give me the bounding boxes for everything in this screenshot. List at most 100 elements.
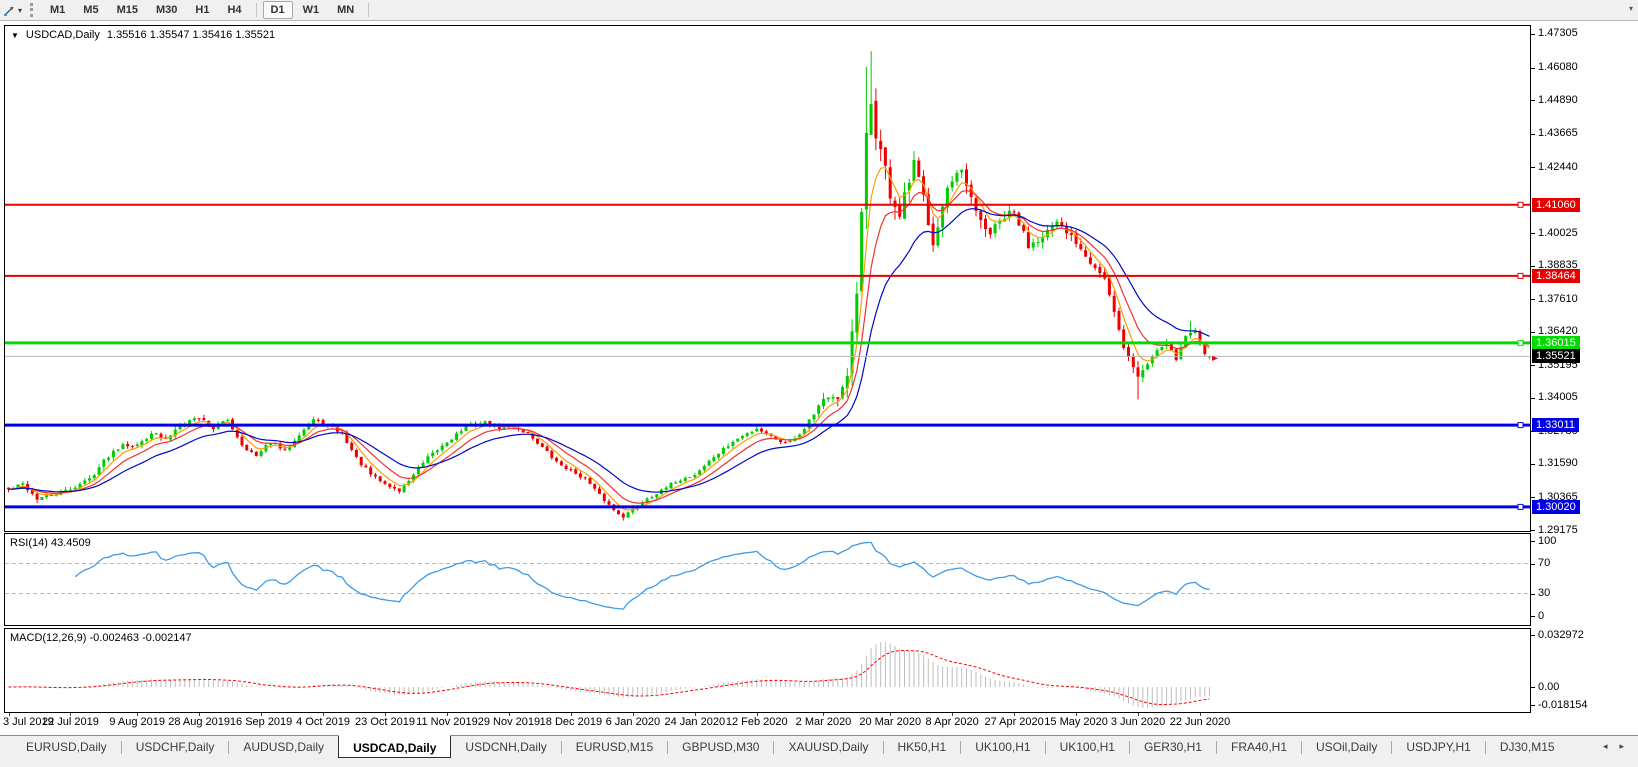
tab-scroll-left-icon[interactable]: ◂ [1603, 741, 1608, 752]
price-tick-label: 1.42440 [1538, 160, 1578, 173]
rsi-name: RSI(14) [10, 537, 48, 549]
macd-panel[interactable]: MACD(12,26,9) -0.002463 -0.002147 [4, 628, 1531, 713]
price-line-badge[interactable]: 1.36015 [1532, 335, 1580, 350]
macd-tick-label: -0.018154 [1538, 698, 1588, 711]
chart-tab-hk50-h1[interactable]: HK50,H1 [884, 736, 961, 759]
rsi-tick-label: 100 [1538, 534, 1557, 547]
price-tick-mark [1531, 100, 1535, 102]
date-label: 29 Nov 2019 [477, 716, 541, 728]
date-label: 8 Apr 2020 [925, 716, 979, 728]
rsi-tick-label: 30 [1538, 587, 1551, 599]
chart-tab-xauusd-daily[interactable]: XAUUSD,Daily [774, 736, 882, 759]
price-tick-label: 1.40025 [1538, 226, 1578, 239]
price-tick-label: 1.47305 [1538, 27, 1578, 40]
chart-tab-usdcnh-daily[interactable]: USDCNH,Daily [451, 736, 560, 759]
toolbar-overflow-icon[interactable]: ▾ [1629, 4, 1633, 13]
hline-handle [1517, 201, 1524, 208]
chart-tab-audusd-daily[interactable]: AUDUSD,Daily [229, 736, 338, 759]
chart-tab-ger30-h1[interactable]: GER30,H1 [1130, 736, 1216, 759]
macd-tick-mark [1531, 635, 1535, 636]
macd-tick-mark [1531, 705, 1535, 706]
date-label: 20 Mar 2020 [859, 716, 922, 728]
rsi-tick-mark [1531, 616, 1535, 617]
toolbar-grip[interactable] [30, 3, 34, 17]
symbol-label: USDCAD,Daily [25, 29, 100, 41]
timeframe-button-m15[interactable]: M15 [109, 1, 146, 19]
symbol-dropdown-icon[interactable]: ▼ [11, 31, 19, 40]
date-label: 6 Jan 2020 [605, 716, 661, 728]
chart-tab-eurusd-m15[interactable]: EURUSD,M15 [562, 736, 667, 759]
chart-tab-fra40-h1[interactable]: FRA40,H1 [1217, 736, 1301, 759]
macd-name: MACD(12,26,9) [10, 632, 87, 644]
price-line-badge[interactable]: 1.30020 [1532, 499, 1580, 514]
price-line-badge[interactable]: 1.41060 [1532, 197, 1580, 212]
price-line-badge[interactable]: 1.38464 [1532, 268, 1580, 283]
chart-tab-usdchf-daily[interactable]: USDCHF,Daily [122, 736, 229, 759]
price-tick-mark [1531, 233, 1535, 235]
quote-line: ▼ USDCAD,Daily 1.35516 1.35547 1.35416 1… [11, 29, 275, 41]
macd-tick-label: 0.032972 [1538, 628, 1584, 641]
timeframe-button-m5[interactable]: M5 [75, 1, 106, 19]
fast-ma-line [8, 166, 1210, 511]
rsi-tick-mark [1531, 563, 1535, 565]
price-tick-label: 1.43665 [1538, 127, 1578, 140]
chart-tab-dj30-m15[interactable]: DJ30,M15 [1486, 736, 1569, 759]
rsi-tick-label: 70 [1538, 557, 1551, 569]
price-tick-mark [1531, 397, 1535, 399]
price-tick-mark [1531, 133, 1535, 135]
timeframe-button-h1[interactable]: H1 [187, 1, 217, 19]
timeframe-button-d1[interactable]: D1 [262, 1, 293, 19]
timeframe-button-group: M1 M5 M15 M30 H1 H4 D1 W1 MN [41, 1, 374, 19]
rsi-canvas[interactable] [5, 534, 1530, 625]
price-tick-label: 1.46080 [1538, 61, 1578, 73]
date-label: 11 Nov 2019 [416, 716, 478, 728]
chart-tab-uk100-h1[interactable]: UK100,H1 [1046, 736, 1129, 759]
macd-histogram [12, 641, 1210, 708]
chart-tab-usoil-daily[interactable]: USOil,Daily [1302, 736, 1391, 759]
toolbar-separator [368, 3, 370, 17]
hline-handle [1517, 422, 1524, 429]
chart-tab-uk100-h1[interactable]: UK100,H1 [961, 736, 1044, 759]
toolbar: ▾ M1 M5 M15 M30 H1 H4 D1 W1 MN ▾ [0, 0, 1638, 21]
tab-scroll-right-icon[interactable]: ▸ [1619, 741, 1624, 752]
crosshair-icon [4, 6, 14, 16]
hline-handle [1517, 272, 1524, 279]
rsi-tick-mark [1531, 593, 1535, 595]
crosshair-tool-button[interactable]: ▾ [0, 1, 25, 20]
date-label: 28 Aug 2019 [168, 716, 231, 728]
tool-dropdown-caret-icon[interactable]: ▾ [18, 6, 22, 15]
candles-group [7, 51, 1211, 521]
chart-tab-bar: EURUSD,Daily USDCHF,Daily AUDUSD,Daily USDC… [0, 735, 1638, 767]
date-label: 18 Dec 2019 [539, 716, 603, 728]
tab-scroll-arrows: ◂ ▸ [1603, 736, 1638, 752]
chart-tab-usdcad-daily[interactable]: USDCAD,Daily [338, 735, 452, 758]
price-chart-canvas[interactable] [5, 26, 1530, 531]
timeframe-button-mn[interactable]: MN [329, 1, 362, 19]
macd-canvas[interactable] [5, 629, 1530, 712]
date-label: 22 Jun 2020 [1169, 716, 1231, 728]
macd-tick-mark [1531, 687, 1535, 688]
timeframe-button-w1[interactable]: W1 [295, 1, 328, 19]
price-tick-label: 1.37610 [1538, 292, 1578, 305]
price-tick-label: 1.44890 [1538, 93, 1578, 106]
rsi-line [74, 541, 1210, 610]
price-line-badge[interactable]: 1.33011 [1532, 418, 1579, 433]
macd-signal-line [8, 649, 1210, 706]
timeframe-button-h4[interactable]: H4 [219, 1, 249, 19]
date-label: 12 Feb 2020 [725, 716, 788, 728]
timeframe-button-m1[interactable]: M1 [42, 1, 73, 19]
chart-tab-eurusd-daily[interactable]: EURUSD,Daily [12, 736, 121, 759]
slow-ma-line [8, 208, 1210, 493]
date-label: 15 May 2020 [1044, 716, 1108, 728]
price-tick-mark [1531, 265, 1535, 267]
hline-handle [1517, 339, 1524, 346]
chart-tab-usdjpy-h1[interactable]: USDJPY,H1 [1392, 736, 1484, 759]
price-chart-panel[interactable]: ▼ USDCAD,Daily 1.35516 1.35547 1.35416 1… [4, 25, 1531, 532]
price-tick-mark [1531, 365, 1535, 367]
hline-handle [1517, 503, 1524, 510]
price-tick-mark [1531, 530, 1535, 531]
timeframe-button-m30[interactable]: M30 [148, 1, 185, 19]
rsi-panel[interactable]: RSI(14) 43.4509 [4, 533, 1531, 626]
date-label: 2 Mar 2020 [795, 716, 852, 728]
chart-tab-gbpusd-m30[interactable]: GBPUSD,M30 [668, 736, 773, 759]
